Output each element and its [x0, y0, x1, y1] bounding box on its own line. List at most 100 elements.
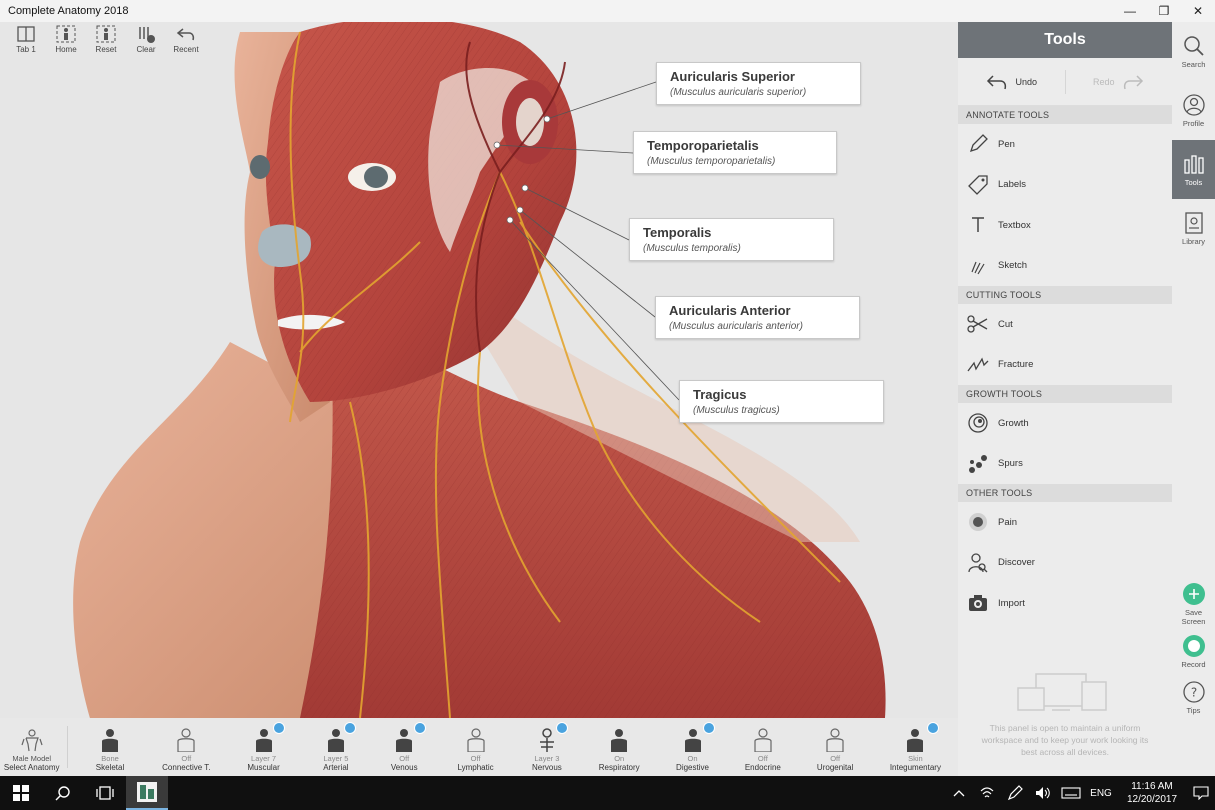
task-view-icon: [96, 786, 114, 800]
library-label: Library: [1182, 237, 1205, 246]
panel-note: This panel is open to maintain a uniform…: [981, 723, 1149, 757]
home-button[interactable]: Home: [46, 22, 86, 54]
taskbar-clock[interactable]: 11:16 AM 12/20/2017: [1117, 780, 1187, 806]
reset-button[interactable]: Reset: [86, 22, 126, 54]
right-rail: Search Profile Tools Library Save Screen…: [1172, 22, 1215, 776]
tool-sketch[interactable]: Sketch: [958, 246, 1172, 287]
tool-pen[interactable]: Pen: [958, 124, 1172, 165]
tool-textbox[interactable]: Textbox: [958, 205, 1172, 246]
callout-temporalis[interactable]: Temporalis (Musculus temporalis): [629, 218, 834, 261]
callout-auricularis-anterior[interactable]: Auricularis Anterior (Musculus auricular…: [655, 296, 860, 339]
network-button[interactable]: [973, 786, 1001, 800]
select-anatomy-button[interactable]: Male Model Select Anatomy: [0, 718, 63, 776]
integumentary-figure-icon: [907, 729, 924, 752]
tool-label: Discover: [998, 557, 1035, 569]
tag-icon: [968, 175, 988, 195]
tool-spurs[interactable]: Spurs: [958, 444, 1172, 485]
pen-workspace-button[interactable]: [1001, 785, 1029, 801]
anatomy-model[interactable]: [0, 22, 958, 718]
clear-button[interactable]: Clear: [126, 22, 166, 54]
record-button[interactable]: Record: [1172, 634, 1215, 669]
callout-tragicus[interactable]: Tragicus (Musculus tragicus): [679, 380, 884, 423]
task-view-button[interactable]: [84, 776, 126, 810]
show-hidden-icons-button[interactable]: [945, 789, 973, 797]
nervous-figure-icon: [539, 728, 554, 752]
system-name: Nervous: [531, 763, 562, 772]
tool-discover[interactable]: Discover: [958, 543, 1172, 584]
system-nervous[interactable]: Layer 3 Nervous: [512, 718, 581, 776]
action-center-button[interactable]: [1187, 786, 1215, 800]
growth-icon: [968, 413, 988, 433]
system-venous[interactable]: Off Venous: [370, 718, 439, 776]
tool-labels[interactable]: Labels: [958, 165, 1172, 206]
undo-button[interactable]: Undo: [958, 73, 1065, 91]
system-state: Layer 7: [251, 754, 277, 763]
save-screen-button[interactable]: Save Screen: [1172, 582, 1215, 626]
system-skeletal[interactable]: Bone Skeletal: [72, 718, 147, 776]
respiratory-figure-icon: [611, 729, 628, 752]
system-name: Skeletal: [95, 763, 125, 772]
camera-icon: [969, 595, 987, 612]
system-arterial[interactable]: Layer 5 Arterial: [302, 718, 369, 776]
search-icon: [55, 786, 70, 801]
layer-badge-icon: [702, 722, 715, 734]
touch-keyboard-button[interactable]: [1057, 787, 1085, 799]
window-title: Complete Anatomy 2018: [8, 5, 129, 17]
anatomy-viewport[interactable]: Auricularis Superior (Musculus auricular…: [0, 22, 958, 718]
tips-label: Tips: [1186, 706, 1201, 715]
tools-panel-title: Tools: [958, 22, 1172, 58]
system-endocrine[interactable]: Off Endocrine: [728, 718, 797, 776]
input-language-indicator[interactable]: ENG: [1085, 788, 1117, 799]
redo-icon: [1123, 74, 1143, 89]
tool-label: Textbox: [998, 219, 1031, 231]
callout-latin: (Musculus auricularis superior): [670, 87, 807, 98]
tools-panel: Tools Undo Redo ANNOTATE TOOLS Pen Label…: [958, 22, 1172, 776]
restore-button[interactable]: ❐: [1147, 0, 1181, 22]
callout-temporoparietalis[interactable]: Temporoparietalis (Musculus temporoparie…: [633, 131, 837, 174]
notification-icon: [1193, 786, 1209, 800]
systems-bar: Male Model Select Anatomy Bone Skeletal …: [0, 718, 958, 776]
library-book-icon: [1184, 212, 1203, 234]
connective-figure-icon: [177, 728, 195, 752]
redo-button[interactable]: Redo: [1066, 73, 1173, 91]
system-respiratory[interactable]: On Respiratory: [582, 718, 657, 776]
system-digestive[interactable]: On Digestive: [657, 718, 728, 776]
library-button[interactable]: Library: [1172, 199, 1215, 258]
taskbar-search-button[interactable]: [42, 776, 84, 810]
tool-import[interactable]: Import: [958, 583, 1172, 624]
profile-button[interactable]: Profile: [1172, 81, 1215, 140]
system-state: Layer 3: [534, 754, 560, 763]
tips-button[interactable]: ? Tips: [1172, 680, 1215, 715]
system-muscular[interactable]: Layer 7 Muscular: [225, 718, 302, 776]
system-connective[interactable]: Off Connective T.: [148, 718, 225, 776]
digestive-figure-icon: [684, 729, 701, 752]
system-integumentary[interactable]: Skin Integumentary: [873, 718, 958, 776]
tab-1-button[interactable]: Tab 1: [6, 22, 46, 54]
callout-auricularis-superior[interactable]: Auricularis Superior (Musculus auricular…: [656, 62, 861, 105]
tool-growth[interactable]: Growth: [958, 403, 1172, 444]
wifi-icon: [980, 787, 994, 798]
tool-label: Pen: [998, 138, 1015, 150]
tool-fracture[interactable]: Fracture: [958, 345, 1172, 386]
tool-pain[interactable]: Pain: [958, 502, 1172, 543]
close-button[interactable]: ✕: [1181, 0, 1215, 22]
volume-button[interactable]: [1029, 786, 1057, 800]
system-name: Digestive: [676, 763, 709, 772]
taskbar-app-complete-anatomy[interactable]: [126, 776, 168, 810]
tools-tab-button[interactable]: Tools: [1172, 140, 1215, 199]
tool-cut[interactable]: Cut: [958, 304, 1172, 345]
systems-divider: [67, 726, 69, 768]
plus-icon: [1182, 583, 1205, 605]
system-state: Bone: [101, 754, 119, 763]
start-button[interactable]: [0, 776, 42, 810]
undo-redo-row: Undo Redo: [958, 58, 1172, 106]
system-lymphatic[interactable]: Off Lymphatic: [439, 718, 512, 776]
chevron-up-icon: [953, 790, 965, 797]
clear-icon: [139, 27, 155, 43]
system-urogenital[interactable]: Off Urogenital: [798, 718, 873, 776]
system-state: Off: [830, 754, 841, 763]
recent-button[interactable]: Recent: [166, 22, 206, 54]
system-name: Lymphatic: [457, 763, 494, 772]
minimize-button[interactable]: —: [1113, 0, 1147, 22]
search-button[interactable]: Search: [1172, 22, 1215, 81]
